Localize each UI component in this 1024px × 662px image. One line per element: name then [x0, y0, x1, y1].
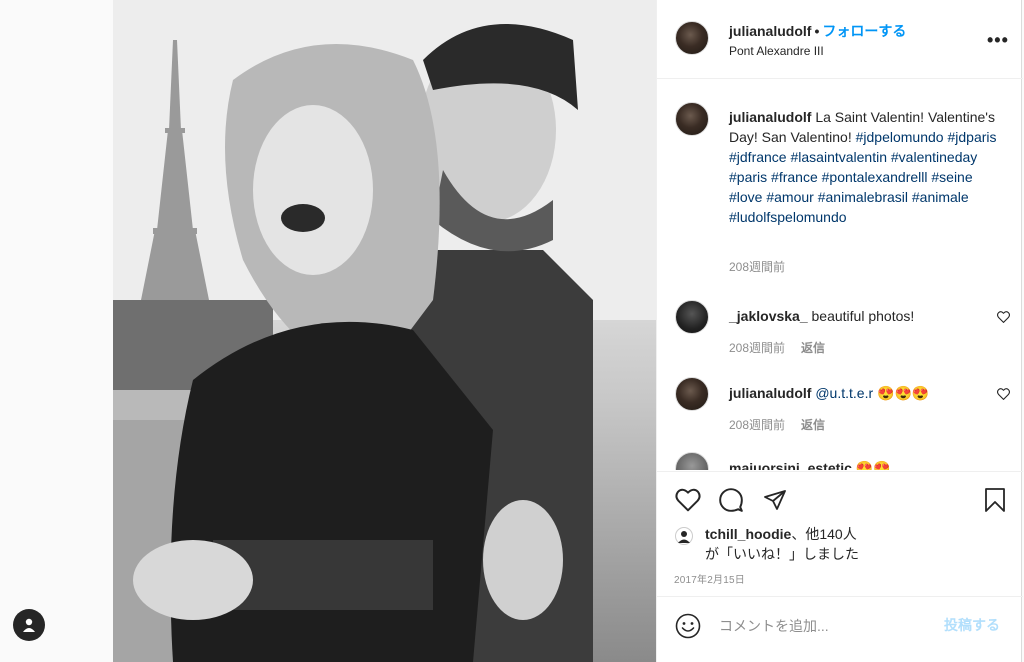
- avatar[interactable]: [675, 300, 709, 334]
- woman-smile: [281, 204, 325, 232]
- reply-button[interactable]: 返信: [801, 341, 825, 355]
- likes-summary: tchill_hoodie、他140人 が「いいね！」しました: [705, 524, 859, 564]
- hashtag[interactable]: #lasaintvalentin: [790, 149, 887, 165]
- likes-count[interactable]: 、他140人: [791, 526, 856, 542]
- hashtag[interactable]: #love: [729, 189, 762, 205]
- hashtag[interactable]: #jdfrance: [729, 149, 787, 165]
- avatar[interactable]: [675, 527, 693, 545]
- paper-plane-icon[interactable]: [763, 488, 787, 512]
- comment-username[interactable]: julianaludolf: [729, 385, 811, 401]
- heart-icon[interactable]: [997, 311, 1010, 323]
- comment-text: maiuorsini_estetic 😍😍: [729, 460, 891, 470]
- hashtag[interactable]: #seine: [931, 169, 972, 185]
- hashtag[interactable]: #paris: [729, 169, 767, 185]
- comment-timestamp: 208週間前: [729, 418, 786, 432]
- liker-username[interactable]: tchill_hoodie: [705, 526, 791, 542]
- heart-icon[interactable]: [997, 388, 1010, 400]
- reply-button[interactable]: 返信: [801, 418, 825, 432]
- comment-item: julianaludolf @u.t.t.e.r 😍😍😍 208週間前 返信: [657, 377, 1023, 447]
- hashtag[interactable]: #jdparis: [947, 129, 996, 145]
- avatar[interactable]: [675, 102, 709, 136]
- comment-item: _jaklovska_ beautiful photos! 208週間前 返信: [657, 300, 1023, 370]
- hashtag[interactable]: #pontalexandrelll: [822, 169, 928, 185]
- comment-text: _jaklovska_ beautiful photos!: [729, 308, 914, 324]
- user-icon: [23, 618, 35, 632]
- heart-icon[interactable]: [675, 488, 701, 512]
- comment-meta: 208週間前 返信: [729, 339, 841, 356]
- photo-illustration: [113, 0, 656, 662]
- hashtag[interactable]: #france: [771, 169, 818, 185]
- user-icon: [678, 531, 690, 543]
- comment-body: @u.t.t.e.r 😍😍😍: [815, 385, 930, 401]
- post-actions: tchill_hoodie、他140人 が「いいね！」しました 2017年2月1…: [657, 471, 1023, 596]
- woman-arm: [483, 500, 563, 620]
- separator: •: [814, 23, 820, 39]
- post-header: julianaludolf • フォローする Pont Alexandre III …: [657, 0, 1023, 79]
- hands: [133, 540, 253, 620]
- hashtag[interactable]: #valentineday: [891, 149, 977, 165]
- woman-face: [253, 105, 373, 275]
- avatar[interactable]: [675, 377, 709, 411]
- hashtag[interactable]: #ludolfspelomundo: [729, 209, 847, 225]
- add-comment-bar: 投稿する: [657, 596, 1023, 656]
- comment-timestamp: 208週間前: [729, 341, 786, 355]
- comment-username[interactable]: _jaklovska_: [729, 308, 808, 324]
- hashtag[interactable]: #amour: [766, 189, 813, 205]
- post-photo[interactable]: [113, 0, 656, 662]
- post-side-panel: julianaludolf • フォローする Pont Alexandre III …: [656, 0, 1023, 662]
- user-tag-button[interactable]: [13, 609, 45, 641]
- avatar[interactable]: [675, 21, 709, 55]
- instagram-post-view: julianaludolf • フォローする Pont Alexandre III …: [0, 0, 1024, 662]
- post-location[interactable]: Pont Alexandre III: [729, 44, 824, 58]
- comment-input[interactable]: [719, 615, 929, 637]
- caption-timestamp: 208週間前: [729, 260, 786, 274]
- author-username[interactable]: julianaludolf: [729, 23, 811, 39]
- post-caption: julianaludolf La Saint Valentin! Valenti…: [729, 107, 1001, 227]
- post-comment-button[interactable]: 投稿する: [944, 615, 1000, 635]
- follow-button[interactable]: フォローする: [822, 23, 906, 39]
- more-options-icon[interactable]: •••: [987, 30, 1009, 51]
- hashtag[interactable]: #animalebrasil: [818, 189, 908, 205]
- bookmark-icon[interactable]: [983, 487, 1007, 513]
- caption-username[interactable]: julianaludolf: [729, 109, 811, 125]
- hashtag[interactable]: #jdpelomundo: [856, 129, 944, 145]
- comment-body: 😍😍: [855, 460, 891, 470]
- post-author: julianaludolf • フォローする: [729, 21, 906, 41]
- hashtag[interactable]: #animale: [912, 189, 969, 205]
- comment-meta: 208週間前 返信: [729, 416, 841, 433]
- comment-icon[interactable]: [718, 487, 744, 513]
- comment-body: beautiful photos!: [811, 308, 915, 324]
- avatar[interactable]: [675, 452, 709, 470]
- likes-line2: が「いいね！」しました: [705, 546, 859, 562]
- comment-text: julianaludolf @u.t.t.e.r 😍😍😍: [729, 385, 929, 402]
- post-date: 2017年2月15日: [674, 575, 745, 586]
- smiley-icon[interactable]: [675, 613, 701, 639]
- comment-username[interactable]: maiuorsini_estetic: [729, 460, 852, 470]
- comments-list[interactable]: julianaludolf La Saint Valentin! Valenti…: [657, 80, 1023, 470]
- comment-item: maiuorsini_estetic 😍😍: [657, 452, 1023, 470]
